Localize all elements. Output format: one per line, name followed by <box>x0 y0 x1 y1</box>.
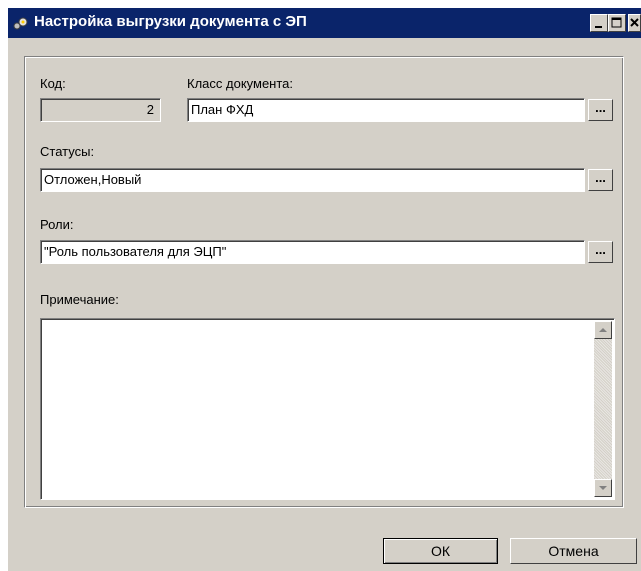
scroll-up-button[interactable] <box>594 321 612 339</box>
maximize-icon <box>611 17 622 28</box>
close-icon <box>630 18 639 27</box>
title-bar[interactable]: Настройка выгрузки документа с ЭП <box>8 8 641 38</box>
doc-class-field[interactable]: План ФХД <box>187 98 585 122</box>
minimize-icon <box>595 26 602 28</box>
scroll-down-button[interactable] <box>594 479 612 497</box>
dialog-window: Настройка выгрузки документа с ЭП Код: 2… <box>8 8 641 571</box>
maximize-button[interactable] <box>608 14 626 32</box>
arrow-down-icon <box>599 486 607 490</box>
code-field: 2 <box>40 98 161 122</box>
note-scrollbar[interactable] <box>594 321 612 497</box>
statuses-label: Статусы: <box>40 144 95 159</box>
ok-button[interactable]: ОК <box>383 538 498 564</box>
arrow-up-icon <box>599 328 607 332</box>
close-button[interactable] <box>628 14 641 32</box>
window-title: Настройка выгрузки документа с ЭП <box>34 13 307 30</box>
roles-field[interactable]: "Роль пользователя для ЭЦП" <box>40 240 585 264</box>
doc-class-browse-button[interactable]: ... <box>588 99 613 121</box>
code-label: Код: <box>40 76 66 91</box>
note-label: Примечание: <box>40 292 119 307</box>
cancel-button[interactable]: Отмена <box>510 538 637 564</box>
statuses-browse-button[interactable]: ... <box>588 169 613 191</box>
statuses-field[interactable]: Отложен,Новый <box>40 168 585 192</box>
note-textarea[interactable] <box>40 318 615 500</box>
doc-class-label: Класс документа: <box>187 76 293 91</box>
document-settings-icon <box>13 17 28 30</box>
minimize-button[interactable] <box>590 14 608 32</box>
roles-label: Роли: <box>40 217 74 232</box>
roles-browse-button[interactable]: ... <box>588 241 613 263</box>
